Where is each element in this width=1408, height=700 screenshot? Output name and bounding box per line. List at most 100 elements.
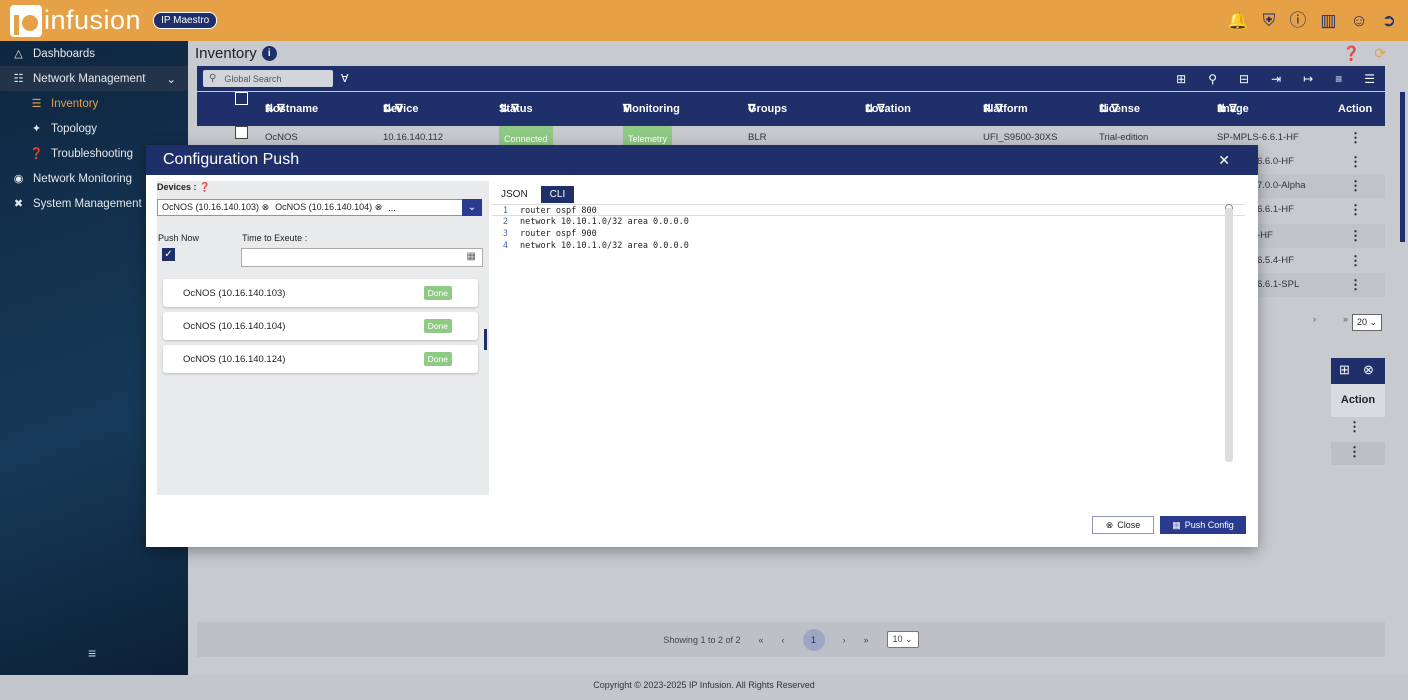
col-hostname[interactable]: Hostname ⇅ ∇ <box>265 92 318 126</box>
list-icon[interactable]: ☰ <box>1364 72 1375 86</box>
row-action-icon[interactable]: ⋮ <box>1348 419 1361 435</box>
search-placeholder: Global Search <box>224 73 282 84</box>
chevron-down-icon[interactable]: ⌄ <box>462 199 482 216</box>
cli-editor[interactable]: 1 router ospf 800 2 network 10.10.1.0/32 a… <box>492 204 1245 496</box>
clear-filter-icon[interactable]: ∀ <box>341 72 349 85</box>
row-action-icon[interactable]: ⋮ <box>1349 150 1362 174</box>
panel-column-action: Action <box>1331 384 1385 417</box>
save-icon: ▦ <box>1172 519 1181 530</box>
user-icon[interactable]: ☺ <box>1350 12 1367 29</box>
code-line: 2 network 10.10.1.0/32 area 0.0.0.0 <box>502 217 689 227</box>
page-title: Inventory i <box>188 41 1408 65</box>
close-icon[interactable]: ✕ <box>1218 152 1230 169</box>
tab-json[interactable]: JSON <box>492 186 537 203</box>
menu-toggle-icon[interactable]: ≡ <box>88 645 96 661</box>
col-location[interactable]: Location ⇅ ∇ <box>865 92 911 126</box>
row-action-icon[interactable]: ⋮ <box>1349 198 1362 222</box>
code-line: 1 router ospf 800 <box>492 204 1245 216</box>
info-icon[interactable]: i <box>261 45 277 61</box>
remove-chip-icon[interactable]: ⊗ <box>375 202 383 212</box>
pager-current[interactable]: 1 <box>802 628 825 651</box>
device-status-card: OcNOS (10.16.140.104) Done <box>163 312 478 340</box>
editor-scrollbar[interactable] <box>1225 208 1233 462</box>
tools-icon: ✖ <box>13 198 24 210</box>
help-icon[interactable]: ❓ <box>1343 45 1360 62</box>
col-license[interactable]: License ⇅ ∇ <box>1099 92 1140 126</box>
top-icons: 🔔 ⛨ ⓘ ▥ ☺ ➲ <box>1227 0 1396 41</box>
cell-image: 6.6.1-HF <box>1257 204 1294 215</box>
push-now-checkbox[interactable]: ✓ <box>162 248 175 261</box>
panel-header: ⊞ ⊗ <box>1331 358 1385 384</box>
page-size-select[interactable]: 20 ⌄ <box>1352 314 1383 331</box>
row-action-icon[interactable]: ⋮ <box>1349 224 1362 248</box>
shield-icon[interactable]: ⛨ <box>1263 12 1276 29</box>
logo-text: infusion <box>44 5 142 35</box>
row-action-icon[interactable]: ⋮ <box>1349 273 1362 297</box>
import-icon[interactable]: ⇥ <box>1271 72 1281 86</box>
row-action-icon[interactable]: ⋮ <box>1349 174 1362 198</box>
col-status[interactable]: Status ⇅ ∇ <box>499 92 533 126</box>
pager-first-icon[interactable]: « <box>758 635 763 645</box>
close-button[interactable]: ⊗ Close <box>1092 516 1154 534</box>
cell-image: 7.0.0-Alpha <box>1257 180 1306 191</box>
device-status-card: OcNOS (10.16.140.124) Done <box>163 345 478 373</box>
page-title-text: Inventory <box>195 44 257 62</box>
sidebar-item-dashboards[interactable]: △ Dashboards <box>0 41 188 66</box>
cell-image: 6.5.4-HF <box>1257 255 1294 266</box>
sidebar-item-topology[interactable]: ✦ Topology <box>0 116 188 141</box>
table-scrollbar[interactable] <box>1400 92 1405 242</box>
device-status-card: OcNOS (10.16.140.103) Done <box>163 279 478 307</box>
topology-icon: ✦ <box>31 123 42 135</box>
pager-prev-icon[interactable]: ‹ <box>782 635 785 645</box>
book-icon[interactable]: ▥ <box>1320 12 1336 29</box>
table-header: Hostname ⇅ ∇ Device ⇅ ∇ Status ⇅ ∇ Monit… <box>197 92 1385 126</box>
close-circle-icon[interactable]: ⊗ <box>1363 362 1374 378</box>
pager-next-icon[interactable]: › <box>843 635 846 645</box>
top-bar: infusion IP Maestro 🔔 ⛨ ⓘ ▥ ☺ ➲ <box>0 0 1408 41</box>
refresh-icon[interactable]: ⟳ <box>1374 45 1386 62</box>
dashboard-icon: △ <box>14 48 23 60</box>
bell-icon[interactable]: 🔔 <box>1227 12 1248 29</box>
col-platform[interactable]: Platform ⇅ ∇ <box>983 92 1028 126</box>
push-now-label: Push Now <box>158 233 200 243</box>
monitor-icon: ◉ <box>13 173 24 185</box>
zoom-icon[interactable]: ⚲ <box>1208 72 1217 86</box>
sidebar-item-network-management[interactable]: ☷ Network Management ⌄ <box>0 66 188 91</box>
code-line: 3 router ospf 900 <box>502 229 597 239</box>
status-badge: Done <box>423 319 452 333</box>
search-input[interactable]: ⚲ Global Search <box>203 70 333 87</box>
inventory-icon: ☰ <box>31 98 42 110</box>
add-icon[interactable]: ⊞ <box>1176 72 1186 86</box>
tab-cli[interactable]: CLI <box>540 186 575 203</box>
remove-icon[interactable]: ⊟ <box>1239 72 1249 86</box>
pager-last-icon[interactable]: » <box>1343 314 1348 324</box>
devices-select[interactable]: OcNOS (10.16.140.103) ⊗ OcNOS (10.16.140… <box>157 199 482 216</box>
question-icon: ❓ <box>29 148 44 160</box>
info-icon[interactable]: ⓘ <box>1289 12 1306 29</box>
export-icon[interactable]: ↦ <box>1303 72 1313 86</box>
push-config-button[interactable]: ▦ Push Config <box>1160 516 1246 534</box>
col-monitoring[interactable]: Monitoring ∇ <box>623 92 680 126</box>
row-action-icon[interactable]: ⋮ <box>1348 444 1361 460</box>
sidebar-item-label: Network Monitoring <box>33 172 133 185</box>
time-label: Time to Exeute : <box>242 233 308 243</box>
remove-chip-icon[interactable]: ⊗ <box>262 202 270 212</box>
row-action-icon[interactable]: ⋮ <box>1349 126 1362 150</box>
col-image[interactable]: Image ⇅ ∇ <box>1217 92 1249 126</box>
add-icon[interactable]: ⊞ <box>1339 362 1350 378</box>
settings-icon[interactable]: ≡ <box>1335 72 1342 86</box>
close-circle-icon: ⊗ <box>1105 519 1114 530</box>
footer: Copyright © 2023-2025 IP Infusion. All R… <box>0 675 1408 700</box>
pager-next-icon[interactable]: › <box>1313 314 1316 324</box>
pane-splitter[interactable] <box>484 329 487 350</box>
sidebar-item-inventory[interactable]: ☰ Inventory <box>0 91 188 116</box>
pager-last-icon[interactable]: » <box>864 635 869 645</box>
col-groups[interactable]: Groups ∇ <box>748 92 787 126</box>
sidebar-item-label: Inventory <box>51 97 99 110</box>
time-input[interactable]: ▦ <box>241 248 483 267</box>
logout-icon[interactable]: ➲ <box>1382 12 1396 29</box>
row-action-icon[interactable]: ⋮ <box>1349 249 1362 273</box>
page-size-select[interactable]: 10 ⌄ <box>886 631 919 648</box>
col-device[interactable]: Device ⇅ ∇ <box>383 92 418 126</box>
calendar-icon[interactable]: ▦ <box>467 251 476 262</box>
